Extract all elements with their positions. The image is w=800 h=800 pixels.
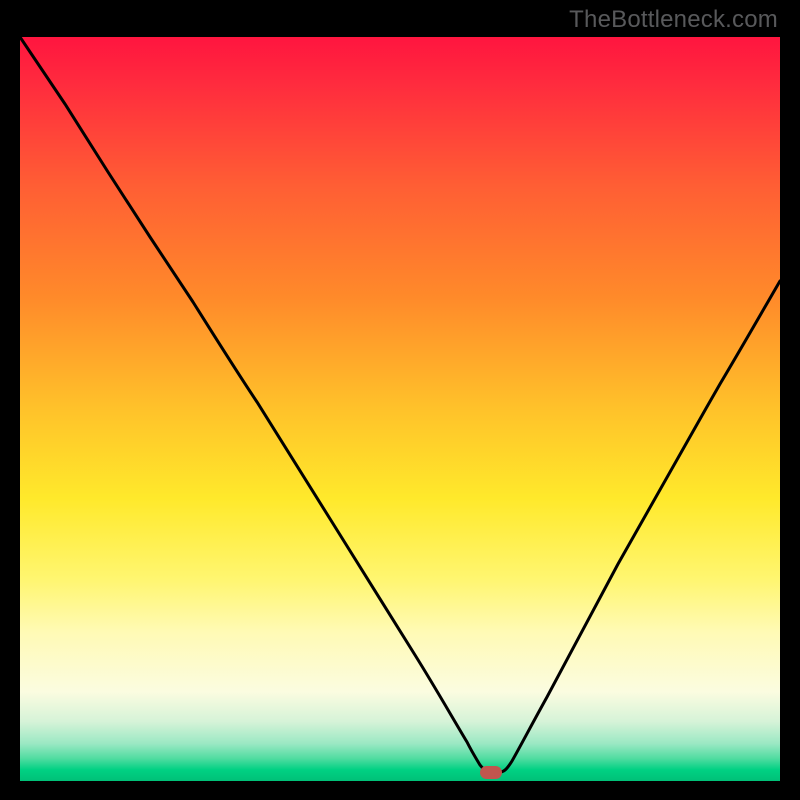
gradient-background: [20, 37, 780, 781]
bottleneck-chart: [20, 37, 780, 781]
watermark-text: TheBottleneck.com: [569, 6, 778, 34]
minimum-marker: [480, 766, 502, 779]
chart-frame: TheBottleneck.com: [0, 0, 800, 800]
